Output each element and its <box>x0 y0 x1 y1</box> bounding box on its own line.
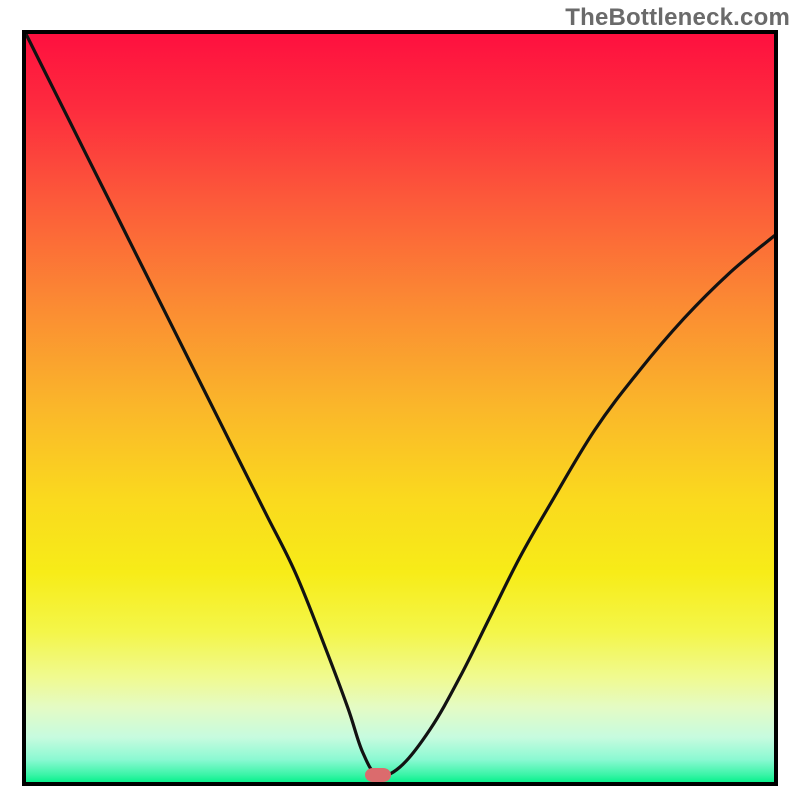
chart-frame: TheBottleneck.com <box>0 0 800 800</box>
watermark-text: TheBottleneck.com <box>565 4 790 32</box>
minimum-point-marker <box>365 768 391 782</box>
bottleneck-curve-layer <box>26 34 774 782</box>
bottleneck-curve <box>26 34 774 776</box>
plot-area <box>22 30 778 786</box>
